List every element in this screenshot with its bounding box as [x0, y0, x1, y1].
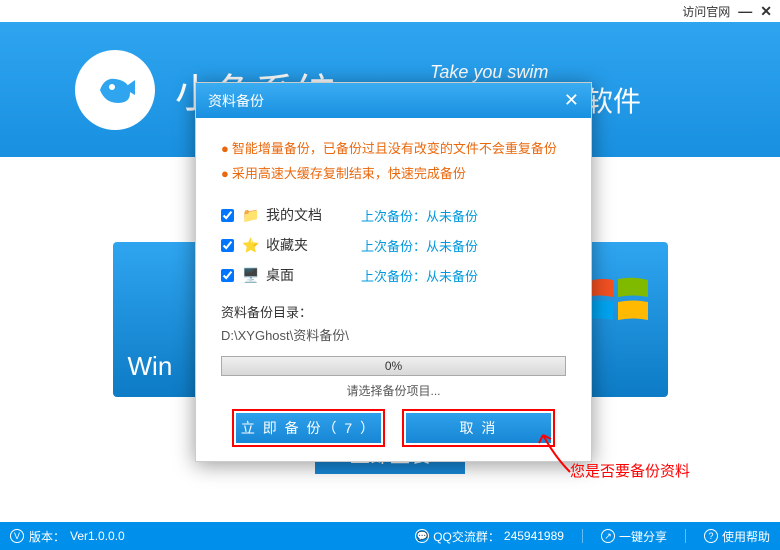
version-icon: V: [10, 529, 24, 543]
cancel-button[interactable]: 取 消: [406, 413, 551, 443]
checkbox-favorites[interactable]: [221, 239, 234, 252]
os-label: Win: [128, 351, 173, 382]
favorites-icon: ⭐: [242, 236, 260, 254]
last-backup-info[interactable]: 上次备份：从未备份: [361, 206, 478, 225]
backup-item-favorites: ⭐ 收藏夹 上次备份：从未备份: [221, 230, 566, 260]
checkbox-documents[interactable]: [221, 209, 234, 222]
dialog-title: 资料备份: [208, 91, 264, 111]
backup-now-button[interactable]: 立 即 备 份（ 7 ）: [236, 413, 381, 443]
progress-bar: 0%: [221, 356, 566, 376]
version-label: 版本：: [29, 528, 65, 545]
path-label: 资料备份目录：: [221, 302, 566, 321]
help-icon: ?: [704, 529, 718, 543]
tagline: Take you swim: [430, 62, 548, 83]
last-backup-info[interactable]: 上次备份：从未备份: [361, 236, 478, 255]
backup-item-documents: 📁 我的文档 上次备份：从未备份: [221, 200, 566, 230]
close-icon[interactable]: ✕: [564, 90, 579, 111]
help-link[interactable]: ? 使用帮助: [704, 528, 770, 545]
backup-dialog: 资料备份 ✕ 智能增量备份，已备份过且没有改变的文件不会重复备份 采用高速大缓存…: [195, 82, 592, 462]
version-value: Ver1.0.0.0: [70, 529, 125, 543]
subtitle: 软件: [585, 80, 641, 120]
backup-item-desktop: 🖥️ 桌面 上次备份：从未备份: [221, 260, 566, 290]
checkbox-desktop[interactable]: [221, 269, 234, 282]
path-value: D:\XYGhost\资料备份\: [221, 325, 566, 344]
share-link[interactable]: ↗ 一键分享: [601, 528, 667, 545]
desktop-icon: 🖥️: [242, 266, 260, 284]
annotation-text: 您是否要备份资料: [570, 460, 690, 481]
logo-icon: [75, 50, 155, 130]
documents-icon: 📁: [242, 206, 260, 224]
windows-logo-icon: [588, 272, 648, 322]
qq-group-link[interactable]: 💬 QQ交流群： 245941989: [415, 528, 564, 545]
official-site-link[interactable]: 访问官网: [682, 3, 730, 20]
annotation-arrow: [535, 427, 575, 477]
share-icon: ↗: [601, 529, 615, 543]
close-button[interactable]: ✕: [760, 3, 772, 20]
progress-hint: 请选择备份项目...: [221, 382, 566, 399]
minimize-button[interactable]: —: [738, 3, 752, 19]
status-bar: V 版本： Ver1.0.0.0 💬 QQ交流群： 245941989 ↗ 一键…: [0, 522, 780, 550]
info-bullet: 采用高速大缓存复制结束，快速完成备份: [221, 163, 566, 182]
last-backup-info[interactable]: 上次备份：从未备份: [361, 266, 478, 285]
chat-icon: 💬: [415, 529, 429, 543]
info-bullet: 智能增量备份，已备份过且没有改变的文件不会重复备份: [221, 138, 566, 157]
